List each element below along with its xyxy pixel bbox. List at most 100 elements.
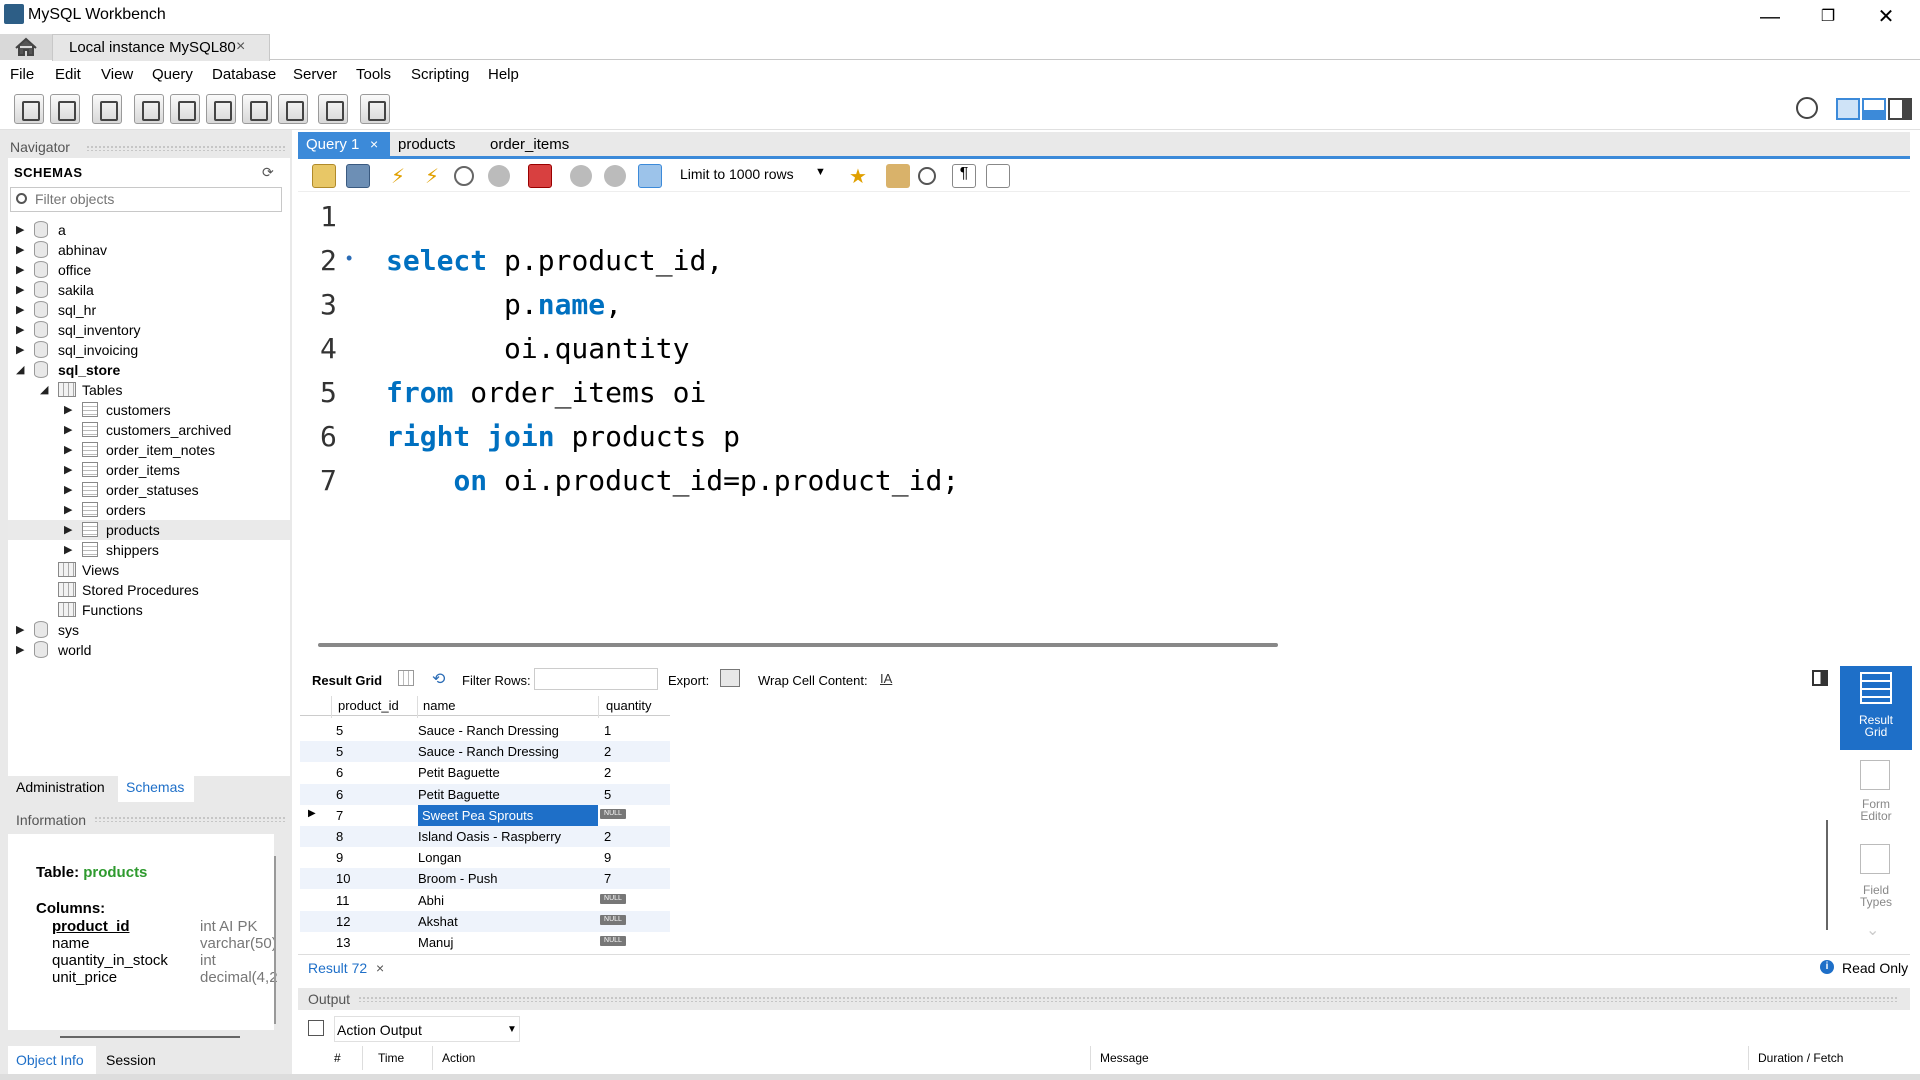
toggle-panel-icon[interactable] [1812,670,1828,686]
filter-objects-field[interactable] [10,187,282,212]
save-icon[interactable] [346,164,370,188]
toggle-sidebar-icon[interactable] [1836,98,1860,120]
create-function-icon[interactable] [278,94,308,124]
tab-schemas[interactable]: Schemas [126,779,184,795]
column-header-product-id[interactable]: product_id [338,698,399,713]
menu-file[interactable]: File [10,66,34,83]
expand-arrow-icon[interactable]: ▶ [16,223,24,236]
execute-current-icon[interactable]: ⚡ [420,164,444,188]
null-badge[interactable]: NULL [600,936,626,946]
table-row[interactable]: 6 Petit Baguette 2 [300,762,670,784]
tree-item-order-item-notes[interactable]: ▶ order_item_notes [8,440,290,460]
expand-arrow-icon[interactable]: ▶ [16,343,24,356]
tree-item-sql-hr[interactable]: ▶ sql_hr [8,300,290,320]
explain-icon[interactable] [454,166,474,186]
tree-item-functions[interactable]: Functions [8,600,290,620]
tree-item-order-statuses[interactable]: ▶ order_statuses [8,480,290,500]
tree-item-sql-store[interactable]: ◢ sql_store [8,360,290,380]
settings-icon[interactable] [1796,97,1818,119]
editor-hscrollbar[interactable] [318,643,1278,647]
null-badge[interactable]: NULL [600,808,626,819]
table-row[interactable]: 13 Manuj NULL [300,932,670,953]
output-selector[interactable]: Action Output ▼ [334,1016,520,1042]
collapse-arrow-icon[interactable]: ◢ [40,383,48,396]
expand-arrow-icon[interactable]: ▶ [16,243,24,256]
column-header-quantity[interactable]: quantity [606,698,652,713]
limit-rows-select[interactable]: Limit to 1000 rows [680,166,794,182]
close-window-button[interactable]: ✕ [1858,0,1914,34]
cell-name[interactable]: Sweet Pea Sprouts [418,804,598,826]
tree-item-sql-invoicing[interactable]: ▶ sql_invoicing [8,340,290,360]
add-snippet-icon[interactable]: ★ [846,164,870,188]
collapse-arrow-icon[interactable]: ◢ [16,363,24,376]
create-procedure-icon[interactable] [242,94,272,124]
find-icon[interactable] [918,167,936,185]
open-sql-script-icon[interactable] [50,94,80,124]
cell-product-id[interactable]: 9 [336,850,343,865]
table-row[interactable]: 9 Longan 9 [300,847,670,869]
menu-edit[interactable]: Edit [55,66,81,83]
tree-item-order-items[interactable]: ▶ order_items [8,460,290,480]
tree-item-customers-archived[interactable]: ▶ customers_archived [8,420,290,440]
tree-item-sql-inventory[interactable]: ▶ sql_inventory [8,320,290,340]
expand-arrow-icon[interactable]: ▶ [64,463,72,476]
form-editor-icon[interactable] [1860,760,1890,790]
cell-name[interactable]: Longan [418,850,461,865]
table-row[interactable]: 10 Broom - Push 7 [300,868,670,890]
chevron-down-icon[interactable]: ▼ [815,166,826,178]
search-table-data-icon[interactable] [318,94,348,124]
expand-arrow-icon[interactable]: ▶ [64,423,72,436]
new-sql-tab-icon[interactable] [14,94,44,124]
cell-quantity[interactable]: 2 [604,744,611,759]
expand-arrow-icon[interactable]: ▶ [16,643,24,656]
tree-item-abhinav[interactable]: ▶ abhinav [8,240,290,260]
tree-item-tables[interactable]: ◢ Tables [8,380,290,400]
null-badge[interactable]: NULL [600,893,626,904]
stop-icon[interactable] [488,165,510,187]
tab-query-1-close-icon[interactable]: × [370,136,378,152]
cell-product-id[interactable]: 12 [336,914,350,929]
toggle-secondary-sidebar-icon[interactable] [1888,98,1912,120]
tree-item-sakila[interactable]: ▶ sakila [8,280,290,300]
expand-arrow-icon[interactable]: ▶ [64,503,72,516]
expand-arrow-icon[interactable]: ▶ [16,303,24,316]
toggle-stop-on-error-icon[interactable] [528,164,552,188]
cell-quantity[interactable]: 2 [604,829,611,844]
table-row[interactable]: 12 Akshat NULL [300,910,670,932]
instance-tab[interactable]: Local instance MySQL80 × [52,34,270,61]
tree-item-sys[interactable]: ▶ sys [8,620,290,640]
instance-tab-close-icon[interactable]: × [236,38,245,56]
create-view-icon[interactable] [206,94,236,124]
expand-arrow-icon[interactable]: ▶ [64,403,72,416]
autocommit-icon[interactable] [638,164,662,188]
invisible-chars-icon[interactable]: ¶ [952,164,976,188]
expand-arrow-icon[interactable]: ▶ [16,283,24,296]
tree-item-views[interactable]: Views [8,560,290,580]
execute-icon[interactable]: ⚡ [386,164,410,188]
beautify-icon[interactable] [886,164,910,188]
wrap-cell-icon[interactable]: IA [880,671,892,686]
cell-name[interactable]: Petit Baguette [418,765,500,780]
cell-name[interactable]: Sauce - Ranch Dressing [418,744,559,759]
menu-help[interactable]: Help [488,66,519,83]
tree-item-orders[interactable]: ▶ orders [8,500,290,520]
result-tab-close-icon[interactable]: × [376,960,384,976]
expand-arrow-icon[interactable]: ▶ [16,263,24,276]
home-tab[interactable] [0,34,52,60]
tab-session[interactable]: Session [106,1052,156,1068]
inspector-icon[interactable] [92,94,122,124]
cell-quantity[interactable]: 2 [604,765,611,780]
code-line[interactable]: select p.product_id, [386,244,723,277]
reconnect-icon[interactable] [360,94,390,124]
rollback-icon[interactable] [604,165,626,187]
tab-products[interactable]: products [398,136,456,153]
expand-arrow-icon[interactable]: ▶ [16,623,24,636]
menu-scripting[interactable]: Scripting [411,66,469,83]
wrap-lines-icon[interactable] [986,164,1010,188]
table-row[interactable]: 5 Sauce - Ranch Dressing 1 [300,720,670,741]
cell-name[interactable]: Akshat [418,914,458,929]
table-row[interactable]: 6 Petit Baguette 5 [300,783,670,805]
field-types-label[interactable]: Field Types [1840,884,1912,908]
cell-name[interactable]: Broom - Push [418,871,497,886]
code-line[interactable]: from order_items oi [386,376,706,409]
